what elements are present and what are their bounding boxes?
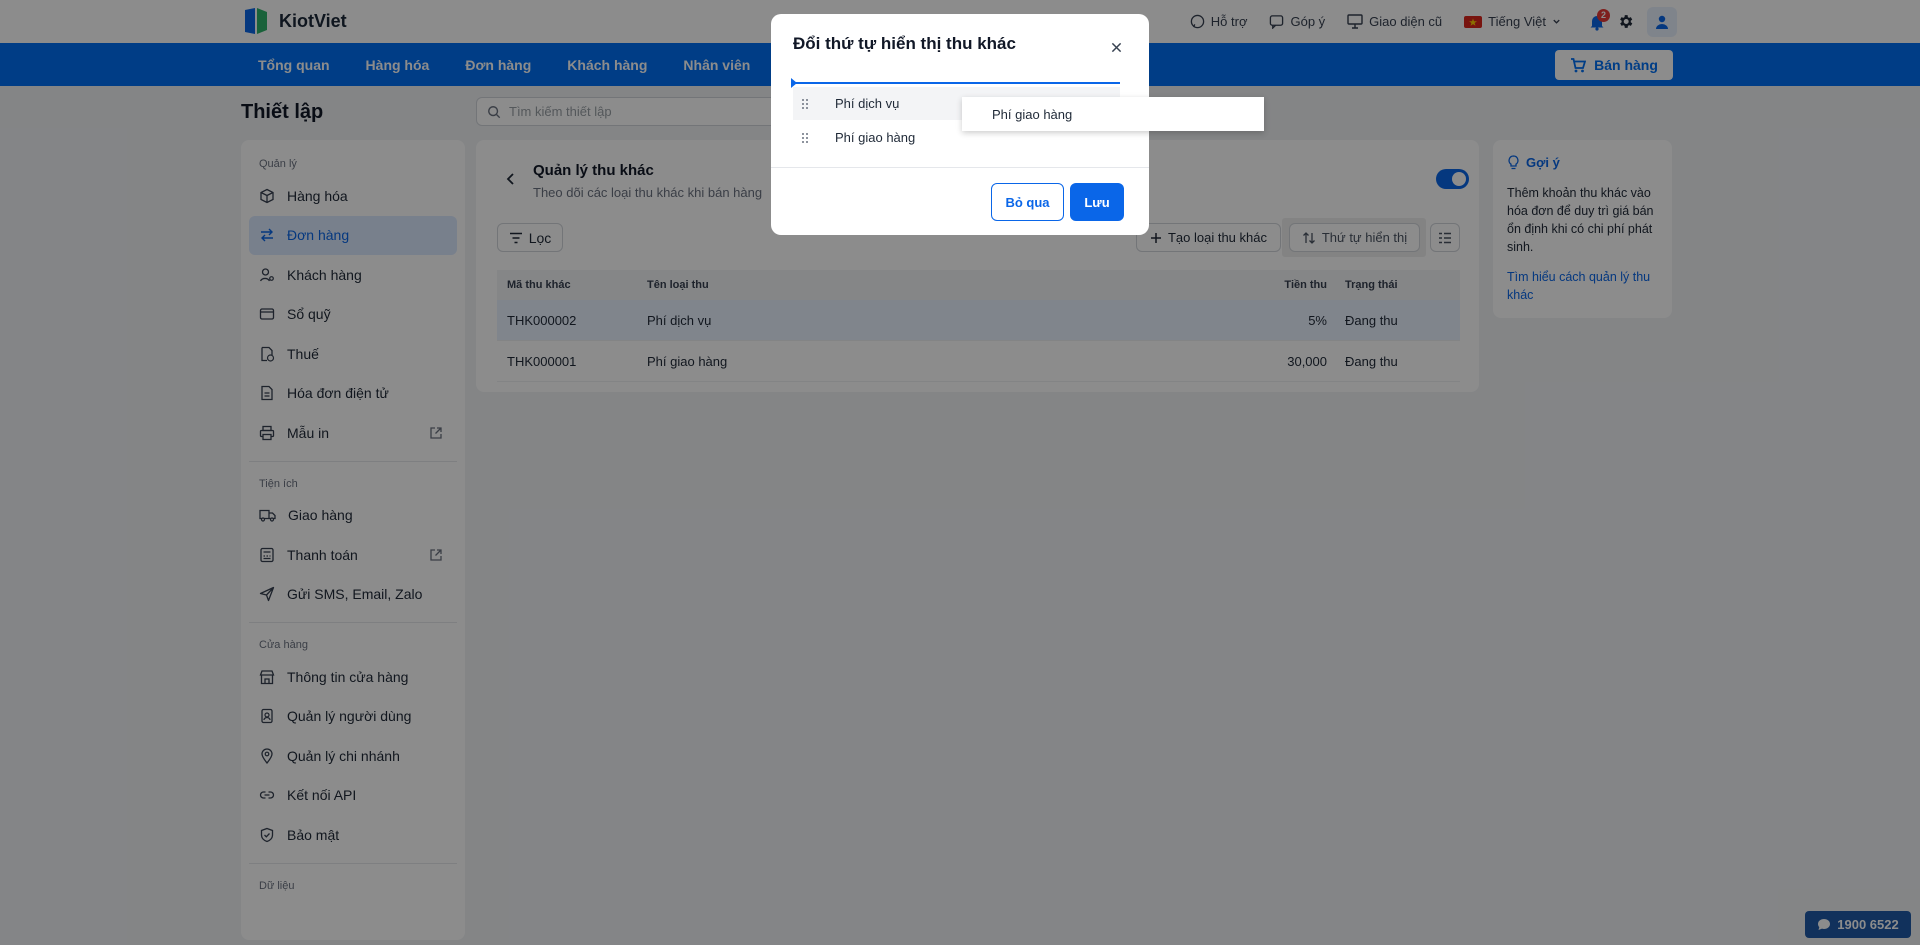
sortable-item-label: Phí giao hàng (835, 130, 916, 145)
sortable-item-label: Phí dịch vụ (835, 96, 900, 111)
skip-button[interactable]: Bỏ qua (991, 183, 1064, 221)
drag-handle-icon[interactable] (799, 132, 811, 144)
dialog-footer-divider (771, 167, 1149, 168)
drag-handle-icon[interactable] (799, 98, 811, 110)
drag-preview-item[interactable]: Phí giao hàng (962, 97, 1264, 131)
save-button[interactable]: Lưu (1070, 183, 1124, 221)
close-icon (1111, 42, 1121, 52)
dialog-title: Đổi thứ tự hiển thị thu khác (793, 34, 1016, 53)
drag-preview-label: Phí giao hàng (992, 106, 1073, 122)
drop-indicator (791, 78, 1120, 88)
close-button[interactable] (1105, 36, 1127, 58)
